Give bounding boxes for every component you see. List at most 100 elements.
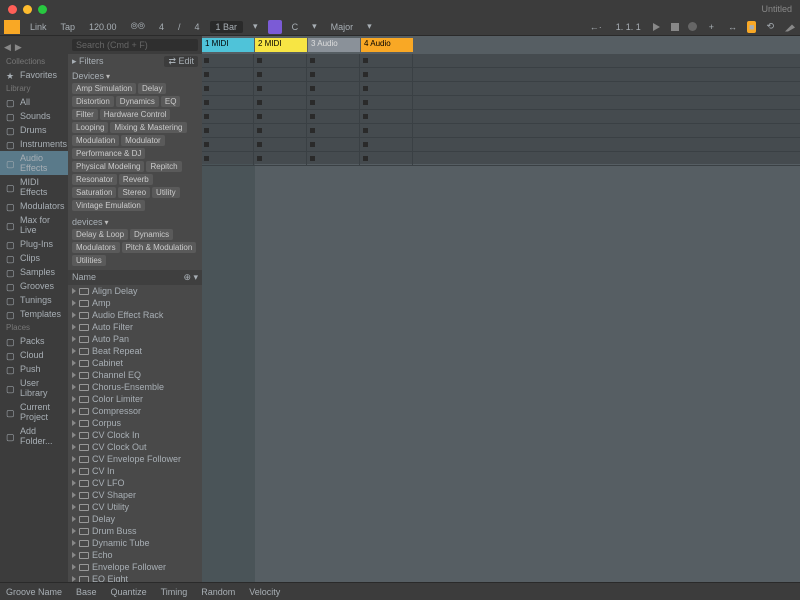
device-item[interactable]: Compressor	[68, 405, 202, 417]
scale-root[interactable]: C	[288, 22, 303, 32]
record-button[interactable]	[687, 21, 699, 33]
filter-tag[interactable]: Dynamics	[116, 96, 159, 107]
expand-icon[interactable]	[72, 336, 76, 342]
clip-slot[interactable]	[361, 138, 413, 151]
edit-filters-button[interactable]: ⇄ Edit	[164, 56, 198, 67]
device-item[interactable]: CV Envelope Follower	[68, 453, 202, 465]
expand-icon[interactable]	[72, 408, 76, 414]
expand-icon[interactable]	[72, 360, 76, 366]
devices2-filter-label[interactable]: devices ▾	[68, 215, 202, 229]
clip-slot[interactable]	[308, 96, 360, 109]
clip-slot[interactable]	[202, 152, 254, 165]
collapse-sidebar-icon[interactable]: ◀	[4, 42, 11, 53]
sidebar-item-all[interactable]: ▢All	[0, 95, 68, 109]
sidebar-item-midi-effects[interactable]: ▢MIDI Effects	[0, 175, 68, 199]
filter-tag[interactable]: Stereo	[118, 187, 150, 198]
expand-icon[interactable]	[72, 552, 76, 558]
clip-slot[interactable]	[255, 68, 307, 81]
bars-select[interactable]: 1 Bar	[210, 21, 244, 33]
loop-icon[interactable]: ⟲	[762, 21, 778, 32]
link-button[interactable]: Link	[26, 22, 51, 32]
clip-slot[interactable]	[255, 110, 307, 123]
device-item[interactable]: Color Limiter	[68, 393, 202, 405]
device-item[interactable]: CV LFO	[68, 477, 202, 489]
place-item-add-folder-[interactable]: ▢Add Folder...	[0, 424, 68, 448]
filter-tag[interactable]: Mixing & Mastering	[110, 122, 186, 133]
clip-slot[interactable]	[202, 110, 254, 123]
place-item-current-project[interactable]: ▢Current Project	[0, 400, 68, 424]
expand-icon[interactable]	[72, 300, 76, 306]
expand-icon[interactable]	[72, 396, 76, 402]
device-item[interactable]: Dynamic Tube	[68, 537, 202, 549]
clip-slot[interactable]	[255, 124, 307, 137]
filter-tag[interactable]: Modulator	[121, 135, 165, 146]
clip-slot[interactable]	[308, 124, 360, 137]
sidebar-item-drums[interactable]: ▢Drums	[0, 123, 68, 137]
filter-tag[interactable]: EQ	[161, 96, 181, 107]
device-item[interactable]: Corpus	[68, 417, 202, 429]
filter-tag[interactable]: Performance & DJ	[72, 148, 145, 159]
clip-slot[interactable]	[361, 96, 413, 109]
draw-mode-button[interactable]	[784, 21, 796, 33]
track-header-3[interactable]: 3 Audio	[308, 38, 360, 52]
expand-icon[interactable]	[72, 480, 76, 486]
expand-icon[interactable]	[72, 528, 76, 534]
track-header-4[interactable]: 4 Audio	[361, 38, 413, 52]
tempo-field[interactable]: 120.00	[85, 22, 121, 32]
expand-icon[interactable]	[72, 312, 76, 318]
devices-filter-label[interactable]: Devices ▾	[68, 69, 202, 83]
search-input[interactable]: Search (Cmd + F)	[72, 39, 198, 51]
clip-slot[interactable]	[361, 68, 413, 81]
device-item[interactable]: Audio Effect Rack	[68, 309, 202, 321]
device-item[interactable]: Align Delay	[68, 285, 202, 297]
device-item[interactable]: Auto Filter	[68, 321, 202, 333]
filter-tag[interactable]: Repitch	[146, 161, 181, 172]
maximize-icon[interactable]	[38, 5, 47, 14]
app-logo-icon[interactable]	[4, 20, 20, 34]
session-view[interactable]: 1 MIDI2 MIDI3 Audio4 Audio	[202, 36, 800, 582]
device-item[interactable]: Chorus-Ensemble	[68, 381, 202, 393]
place-item-push[interactable]: ▢Push	[0, 362, 68, 376]
filter-tag[interactable]: Delay & Loop	[72, 229, 128, 240]
sidebar-item-audio-effects[interactable]: ▢Audio Effects	[0, 151, 68, 175]
close-icon[interactable]	[8, 5, 17, 14]
filter-tag[interactable]: Looping	[72, 122, 108, 133]
filter-tag[interactable]: Resonator	[72, 174, 117, 185]
filter-tag[interactable]: Amp Simulation	[72, 83, 136, 94]
filter-tag[interactable]: Distortion	[72, 96, 114, 107]
expand-icon[interactable]	[72, 540, 76, 546]
clip-slot[interactable]	[361, 54, 413, 67]
device-item[interactable]: Auto Pan	[68, 333, 202, 345]
place-item-user-library[interactable]: ▢User Library	[0, 376, 68, 400]
expand-icon[interactable]	[72, 348, 76, 354]
scale-toggle[interactable]	[268, 20, 282, 34]
expand-icon[interactable]	[72, 504, 76, 510]
minimize-icon[interactable]	[23, 5, 32, 14]
device-item[interactable]: CV Utility	[68, 501, 202, 513]
clip-slot[interactable]	[255, 152, 307, 165]
track-header-1[interactable]: 1 MIDI	[202, 38, 254, 52]
clip-slot[interactable]	[255, 96, 307, 109]
clip-slot[interactable]	[308, 54, 360, 67]
sidebar-item-plug-ins[interactable]: ▢Plug-Ins	[0, 237, 68, 251]
device-item[interactable]: CV Clock Out	[68, 441, 202, 453]
stop-button[interactable]	[669, 21, 681, 33]
clip-slot[interactable]	[202, 138, 254, 151]
filter-tag[interactable]: Modulators	[72, 242, 120, 253]
device-item[interactable]: Beat Repeat	[68, 345, 202, 357]
expand-icon[interactable]	[72, 456, 76, 462]
automation-icon[interactable]: ↔	[724, 22, 741, 32]
filter-tag[interactable]: Saturation	[72, 187, 116, 198]
place-item-packs[interactable]: ▢Packs	[0, 334, 68, 348]
expand-icon[interactable]	[72, 516, 76, 522]
sidebar-item-samples[interactable]: ▢Samples	[0, 265, 68, 279]
clip-slot[interactable]	[202, 82, 254, 95]
filter-tag[interactable]: Physical Modeling	[72, 161, 144, 172]
expand-icon[interactable]	[72, 372, 76, 378]
sidebar-item-grooves[interactable]: ▢Grooves	[0, 279, 68, 293]
overdub-icon[interactable]: +	[705, 22, 718, 32]
expand-icon[interactable]	[72, 492, 76, 498]
filter-tag[interactable]: Pitch & Modulation	[122, 242, 197, 253]
clip-slot[interactable]	[202, 68, 254, 81]
sidebar-item-instruments[interactable]: ▢Instruments	[0, 137, 68, 151]
